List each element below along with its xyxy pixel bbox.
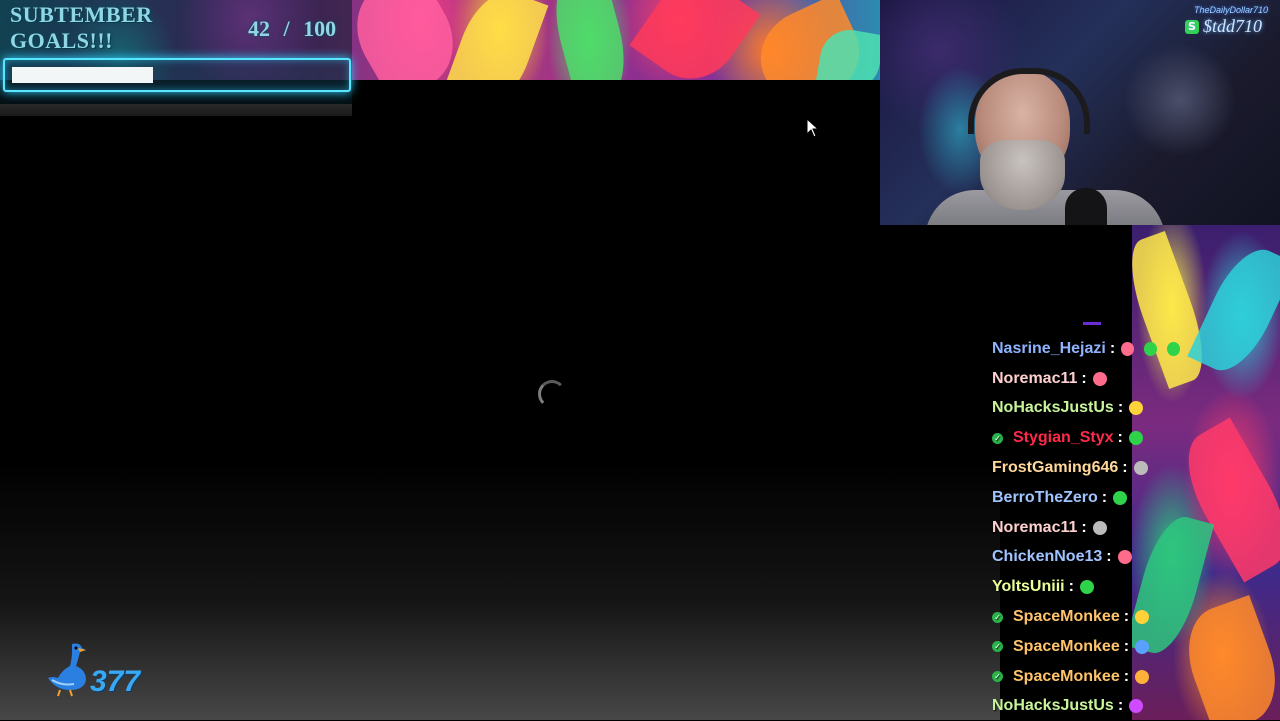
chat-emote-icon [1129,401,1144,416]
headset-icon [968,68,1090,134]
sub-goal-widget: SUBTEMBER GOALS!!! 42 / 100 [0,0,352,116]
chat-username[interactable]: SpaceMonkee [1011,668,1120,686]
chat-message: BerroTheZero: [990,483,1190,513]
goal-underbar [0,104,352,116]
chat-emote-icon [1117,550,1132,565]
verified-badge-icon: ✓ [992,671,1003,683]
microphone-icon [1065,188,1107,225]
chat-separator: : [1109,339,1116,357]
chat-emote-icon [1144,341,1158,356]
chat-emote-icon [1133,461,1148,476]
chat-emote-icon [1129,699,1144,714]
cash-app-icon: S [1184,19,1199,34]
chat-message: ✓ SpaceMonkee: [990,662,1190,692]
loading-spinner-icon [538,380,566,408]
goal-target: 100 [303,16,337,41]
goal-count: 42 / 100 [248,16,336,42]
chat-separator: : [1117,399,1124,417]
chat-message: ✓ SpaceMonkee: [990,632,1190,662]
chat-username[interactable]: Noremac11 [990,370,1077,388]
chat-emote-icon [1079,580,1094,595]
chat-username[interactable]: FrostGaming646 [990,459,1118,477]
chat-username[interactable]: Stygian_Styx [1011,429,1113,447]
chat-message: ✓ Stygian_Styx: [990,423,1190,453]
chat-message: NoHacksJustUs: [990,394,1190,424]
chat-emote-icon [1135,669,1150,684]
chat-username[interactable]: YoltsUniii [990,578,1065,596]
chat-username[interactable]: NoHacksJustUs [990,399,1114,417]
donation-name: TheDailyDollar710 [1193,5,1268,15]
chat-separator: : [1081,518,1087,536]
chat-overlay: Nasrine_Hejazi: Noremac11: NoHacksJustUs: ✓… [990,334,1190,721]
chat-message: ✓ SpaceMonkee: [990,602,1190,632]
chat-message: Noremac11: [990,513,1190,543]
chat-username[interactable]: NoHacksJustUs [990,697,1114,715]
goal-progress-fill [12,67,154,83]
chat-separator: : [1081,369,1087,387]
chat-message: Nasrine_Hejazi: [990,334,1190,364]
chat-separator: : [1123,667,1130,685]
chat-username[interactable]: SpaceMonkee [1011,608,1120,626]
chat-separator: : [1068,578,1074,596]
goal-title: SUBTEMBER GOALS!!! [10,2,210,54]
chat-message: FrostGaming646: [990,453,1190,483]
chat-message: ChickenNoe13: [990,543,1190,573]
chat-separator: : [1123,608,1130,626]
chat-emote-icon [1135,639,1150,654]
chat-username[interactable]: BerroTheZero [990,489,1098,507]
chat-emote-icon [1135,610,1150,625]
goal-progress-bar [3,58,351,92]
verified-badge-icon: ✓ [992,611,1003,623]
goose-count: 377 [90,665,141,698]
webcam-feed: TheDailyDollar710 S $tdd710 [880,0,1280,225]
verified-badge-icon: ✓ [992,641,1003,653]
chat-username[interactable]: Nasrine_Hejazi [990,340,1106,358]
chat-separator: : [1122,459,1128,477]
goal-title-line2: GOALS!!! [10,28,113,53]
chat-emote-icon [1092,371,1107,386]
streamer-beard [980,140,1065,210]
chat-separator: : [1123,637,1130,655]
chat-username[interactable]: ChickenNoe13 [990,548,1102,566]
goal-current: 42 [248,16,270,41]
chat-username[interactable]: SpaceMonkee [1011,638,1120,656]
goose-icon [48,643,86,697]
chat-emote-icon [1092,520,1107,535]
chat-emote-icon [1121,341,1135,356]
verified-badge-icon: ✓ [992,432,1003,444]
chat-emote-icon [1167,341,1180,356]
chat-emote-icon [1128,431,1143,446]
chat-separator: : [1117,697,1124,715]
goal-separator: / [283,16,290,41]
cashtag: S $tdd710 [1184,16,1262,37]
chat-message: Noremac11: [990,364,1190,394]
chat-message: YoltsUniii: [990,572,1190,602]
goal-title-line1: SUBTEMBER [10,2,153,27]
chat-separator: : [1117,429,1123,447]
cashtag-text: $tdd710 [1202,16,1262,36]
stage-background [0,460,1000,720]
chat-separator: : [1106,548,1112,566]
chat-separator: : [1101,488,1108,506]
chat-username[interactable]: Noremac11 [990,519,1077,537]
chat-emote-icon [1113,490,1128,505]
mouse-cursor-icon [806,118,820,138]
chat-divider [1083,322,1101,325]
chat-message: NoHacksJustUs: [990,692,1190,721]
